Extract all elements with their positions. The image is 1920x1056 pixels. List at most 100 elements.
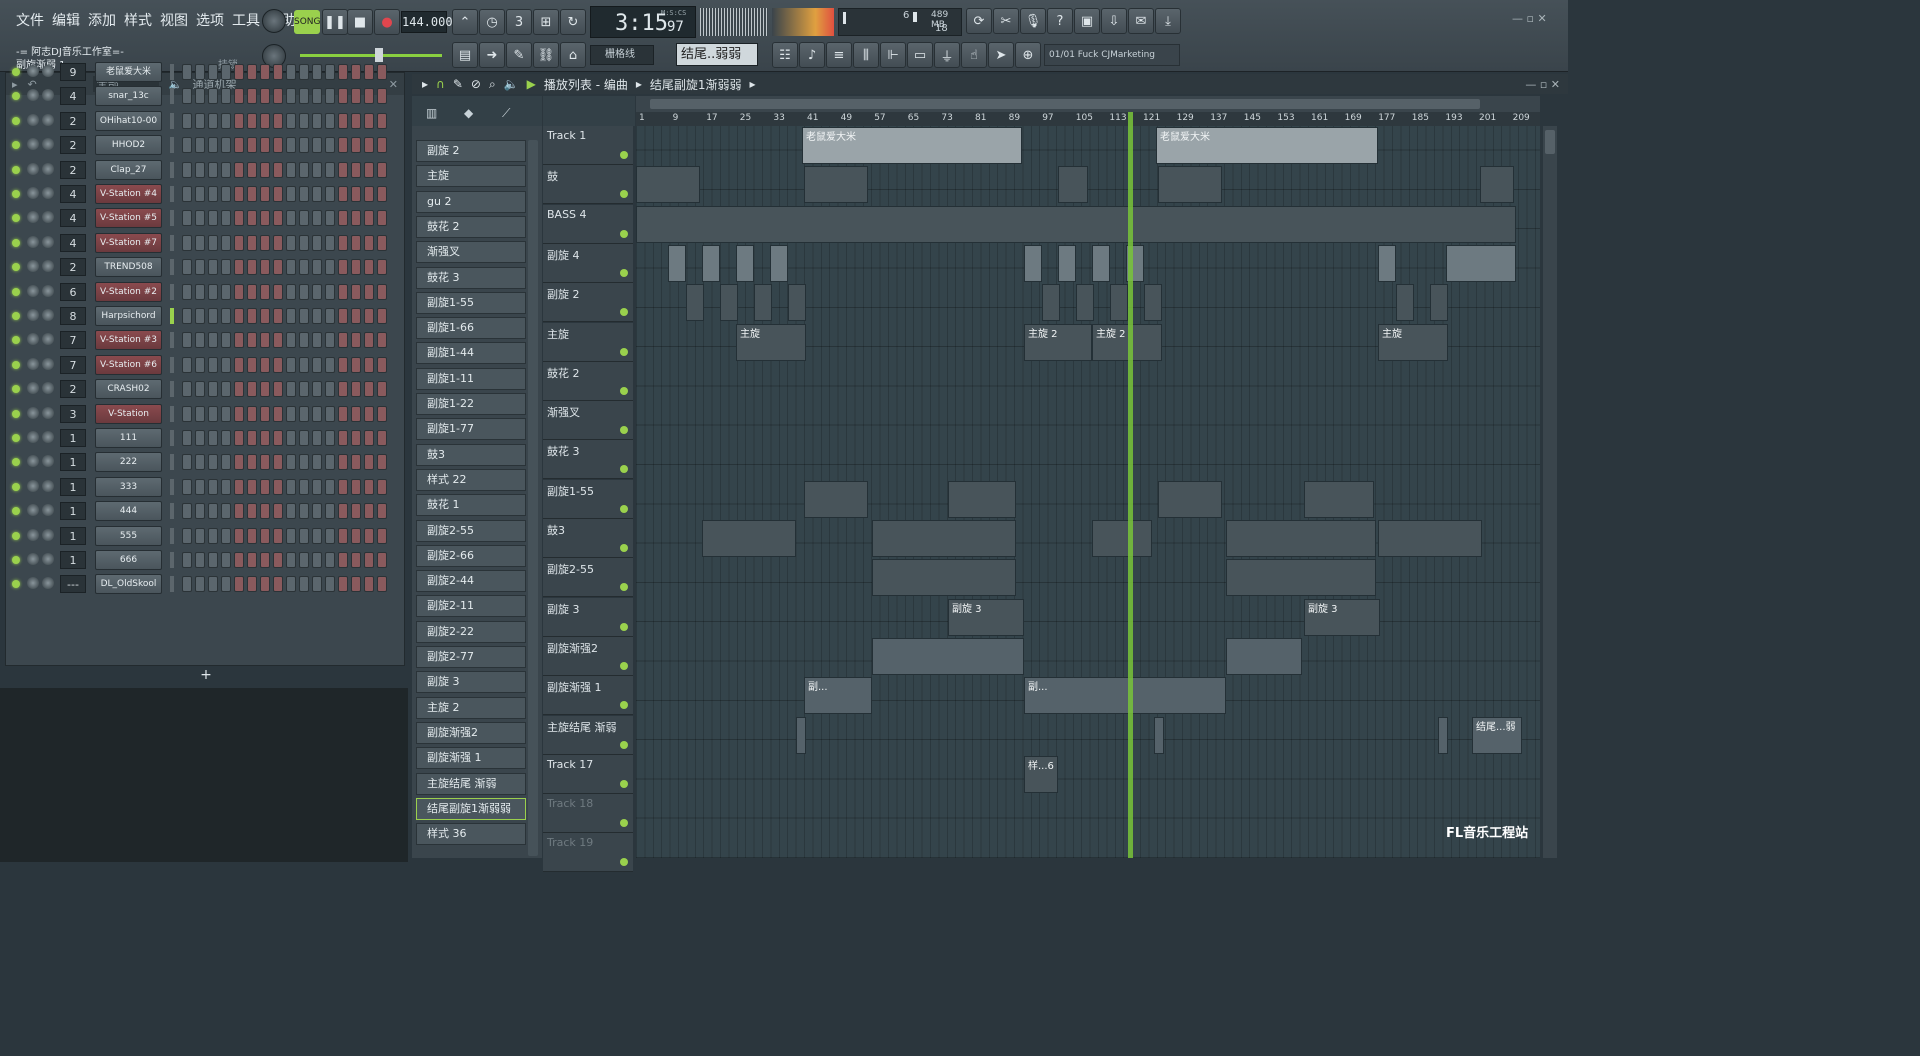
step-button[interactable] (312, 234, 322, 251)
step-button[interactable] (299, 112, 309, 129)
channel-select-bar[interactable] (170, 210, 174, 227)
step-button[interactable] (208, 356, 218, 373)
channel-volume-knob[interactable] (42, 333, 54, 346)
step-button[interactable] (286, 112, 296, 129)
step-button[interactable] (351, 332, 361, 349)
step-button[interactable] (312, 186, 322, 202)
step-button[interactable] (312, 503, 322, 520)
channel-row[interactable]: 4 V-Station #7 (6, 232, 404, 254)
step-button[interactable] (364, 112, 374, 129)
playlist-clip[interactable] (1378, 244, 1396, 282)
channel-select-bar[interactable] (170, 405, 174, 422)
channel-mixer-track[interactable]: 1 (60, 526, 86, 545)
help-button[interactable]: ? (1047, 8, 1073, 34)
step-button[interactable] (182, 137, 192, 154)
step-button[interactable] (351, 161, 361, 178)
channel-name-button[interactable]: 111 (95, 428, 162, 448)
step-button[interactable] (377, 259, 387, 276)
channel-select-bar[interactable] (170, 234, 174, 251)
channel-name-button[interactable]: 222 (95, 452, 162, 473)
track-header-row[interactable]: 副旋 3 (543, 597, 633, 637)
playlist-clip[interactable] (1154, 716, 1164, 754)
step-button[interactable] (247, 161, 257, 178)
step-button[interactable] (377, 161, 387, 178)
track-enable-led[interactable] (620, 190, 628, 199)
pattern-item[interactable]: 鼓花 2 (416, 215, 526, 238)
step-button[interactable] (234, 405, 244, 422)
step-button[interactable] (273, 332, 283, 349)
channel-mixer-track[interactable]: 3 (60, 404, 86, 423)
step-button[interactable] (234, 259, 244, 276)
step-button[interactable] (351, 88, 361, 105)
step-button[interactable] (351, 552, 361, 568)
track-header-row[interactable]: Track 1 (543, 126, 633, 165)
channel-select-bar[interactable] (170, 259, 174, 276)
channel-pan-knob[interactable] (27, 113, 39, 126)
step-button[interactable] (273, 478, 283, 495)
step-button[interactable] (351, 381, 361, 398)
track-enable-led[interactable] (620, 465, 628, 474)
track-enable-led[interactable] (620, 701, 628, 710)
step-button[interactable] (338, 405, 348, 422)
channel-pan-knob[interactable] (27, 431, 39, 443)
step-button[interactable] (182, 88, 192, 105)
step-button[interactable] (221, 308, 231, 324)
step-button[interactable] (325, 88, 335, 105)
step-button[interactable] (182, 576, 192, 593)
channel-name-button[interactable]: Clap_27 (95, 159, 162, 180)
step-button[interactable] (312, 283, 322, 300)
step-button[interactable] (221, 430, 231, 446)
playlist-clip[interactable] (636, 205, 1516, 243)
step-button[interactable] (273, 88, 283, 105)
track-enable-led[interactable] (620, 544, 628, 552)
step-button[interactable] (312, 137, 322, 154)
step-button[interactable] (299, 186, 309, 202)
channel-select-bar[interactable] (170, 283, 174, 300)
step-button[interactable] (260, 308, 270, 324)
channel-enable-led[interactable] (12, 190, 20, 198)
step-button[interactable] (351, 478, 361, 495)
step-button[interactable] (312, 356, 322, 373)
step-button[interactable] (351, 308, 361, 324)
channel-enable-led[interactable] (12, 263, 20, 272)
step-button[interactable] (338, 234, 348, 251)
channel-row[interactable]: 1 666 (6, 549, 404, 571)
track-header-row[interactable]: 渐强叉 (543, 401, 633, 441)
step-button[interactable] (286, 430, 296, 446)
step-button[interactable] (312, 552, 322, 568)
vertical-scrollbar[interactable] (1543, 126, 1557, 858)
pattern-item[interactable]: 副旋2-22 (416, 620, 526, 643)
step-button[interactable] (182, 308, 192, 324)
audio-tab-icon[interactable]: ◆ (464, 106, 473, 120)
step-button[interactable] (312, 112, 322, 129)
cut-tool-button[interactable]: ✂ (993, 8, 1019, 34)
step-button[interactable] (234, 381, 244, 398)
step-button[interactable] (312, 527, 322, 544)
step-button[interactable] (234, 308, 244, 324)
channel-pan-knob[interactable] (27, 89, 39, 102)
pattern-item[interactable]: 副旋 2 (416, 140, 526, 162)
channel-volume-knob[interactable] (42, 382, 54, 395)
channel-enable-led[interactable] (12, 360, 20, 369)
step-button[interactable] (273, 259, 283, 276)
playlist-clip[interactable]: 老鼠爱大米 (802, 127, 1022, 164)
channel-pan-knob[interactable] (27, 504, 39, 517)
pattern-item[interactable]: 副旋1-66 (416, 317, 526, 340)
channel-volume-knob[interactable] (42, 65, 54, 77)
pattern-item[interactable]: 副旋1-77 (416, 418, 526, 441)
step-button[interactable] (247, 234, 257, 251)
step-button[interactable] (338, 552, 348, 568)
step-button[interactable] (273, 234, 283, 251)
step-button[interactable] (325, 283, 335, 300)
channel-enable-led[interactable] (12, 556, 20, 564)
step-button[interactable] (338, 308, 348, 324)
step-button[interactable] (247, 405, 257, 422)
step-button[interactable] (221, 137, 231, 154)
step-button[interactable] (273, 64, 283, 80)
countdown-button[interactable]: 3 (506, 9, 532, 35)
playlist-clip[interactable]: 主旋 2 (1092, 323, 1162, 361)
step-button[interactable] (208, 552, 218, 568)
channel-select-bar[interactable] (170, 88, 174, 105)
channel-select-bar[interactable] (170, 161, 174, 178)
step-button[interactable] (182, 478, 192, 495)
